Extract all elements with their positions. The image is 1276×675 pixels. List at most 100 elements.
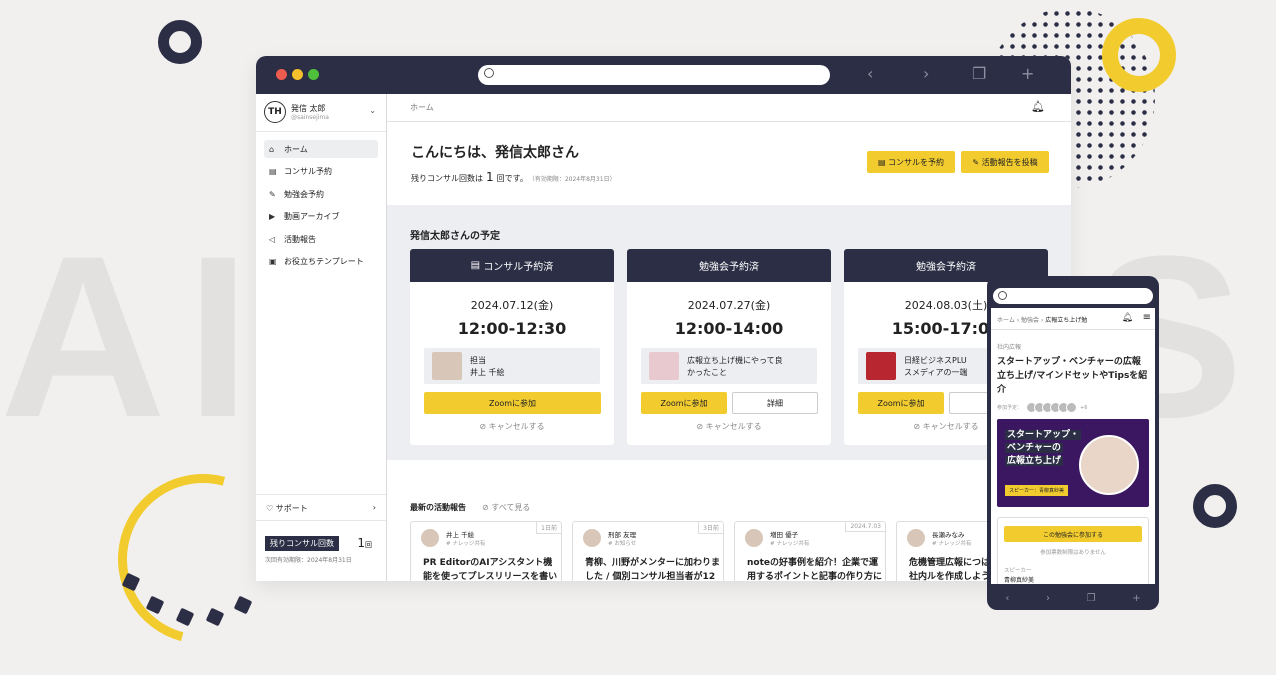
report-card[interactable]: 井上 千絵 # ナレッジ共有 1日前 PR EditorのAIアシスタント機能を… [410,521,562,581]
avatar [907,529,925,547]
megaphone-icon: ◁ [269,234,276,244]
see-all-link[interactable]: ⊘ すべて見る [482,502,530,513]
participants-more: +6 [1080,404,1088,411]
sidebar-item-label: 動画アーカイブ [284,212,340,222]
tabs-icon[interactable]: ❐ [1087,593,1096,604]
back-icon[interactable]: ‹ [1005,593,1009,604]
chevron-right-icon: › [372,503,376,512]
link-icon: ⊘ [479,422,489,431]
forward-icon[interactable]: › [1046,593,1050,604]
zoom-join-button[interactable]: Zoomに参加 [858,392,944,414]
menu-icon[interactable]: ≡ [1143,312,1151,323]
avatar [583,529,601,547]
card-date: 2024.07.27(金) [687,299,771,312]
report-tag: # お知らせ [608,541,637,547]
link-icon: ⊘ [913,422,923,431]
ring-decoration [158,20,202,64]
card-info: 担当 井上 千絵 [424,348,600,384]
back-icon[interactable]: ‹ [867,64,873,83]
greeting-section: こんにちは、発信太郎さん 残りコンサル回数は 1 回です。 （有効期限：2024年8月… [387,122,1071,205]
report-card[interactable]: 増田 優子 # ナレッジ共有 2024.7.03 noteの好事例を紹介！企業で… [734,521,886,581]
report-tag: # ナレッジ共有 [932,541,972,547]
report-title: noteの好事例を紹介！企業で運用するポイントと記事の作り方について [747,558,883,581]
remaining-count-value: 1 [357,536,365,550]
remaining-unit: 回 [365,541,372,549]
close-window-dot[interactable] [276,69,287,80]
cancel-link[interactable]: ⊘ キャンセルする [410,421,614,432]
remaining-suffix: 回です。 [496,174,528,183]
remaining-text: 残りコンサル回数は 1 回です。 （有効期限：2024年8月31日） [411,170,616,184]
cancel-label: キャンセルする [488,422,545,431]
avatar [745,529,763,547]
bell-icon[interactable]: 🔔︎ [1031,100,1045,113]
phone-breadcrumb: ホーム › 勉強会 › 広報立ち上げ勉 🔔︎ ≡ [991,308,1155,330]
zoom-join-button[interactable]: Zoomに参加 [424,392,601,414]
report-title: 青柳、川野がメンターに加わりました / 個別コンサル担当者が12名に！ [585,558,721,581]
zoom-join-button[interactable]: Zoomに参加 [641,392,727,414]
new-tab-icon[interactable]: + [1132,593,1140,604]
report-author: 刑部 友理 [608,531,637,539]
card-header: 勉強会予約済 [627,249,831,282]
card-header: ▤ コンサル予約済 [410,249,614,282]
card-info-line2: かったこと [687,368,727,377]
page-title: こんにちは、発信太郎さん [411,145,579,161]
report-tag: # ナレッジ共有 [446,541,486,547]
detail-button[interactable]: 詳細 [732,392,818,414]
sidebar-item-home[interactable]: ⌂ ホーム [264,140,378,158]
schedule-section: 発信太郎さんの予定 ▤ コンサル予約済 2024.07.12(金) 12:00-… [387,205,1071,460]
sidebar-item-report[interactable]: ◁ 活動報告 [264,230,378,248]
book-consult-button[interactable]: ▤ コンサルを予約 [867,151,955,173]
avatar [1066,402,1078,413]
sidebar-item-study[interactable]: ✎ 勉強会予約 [264,185,378,203]
speaker-photo [1079,435,1139,495]
report-author: 長瀬みなみ [932,531,965,539]
cancel-link[interactable]: ⊘ キャンセルする [627,421,831,432]
join-study-button[interactable]: この勉強会に参加する [1004,526,1142,542]
schedule-heading: 発信太郎さんの予定 [410,231,500,242]
user-menu[interactable]: TH 発信 太郎 @sainsejima ⌄ [256,94,386,132]
chevron-down-icon: ⌄ [369,106,376,115]
cancel-label: キャンセルする [705,422,762,431]
report-date: 3日前 [698,522,723,534]
phone-search-bar[interactable] [993,288,1153,304]
address-bar[interactable] [478,65,830,85]
expiry-note: （有効期限：2024年8月31日） [531,176,616,183]
report-card[interactable]: 刑部 友理 # お知らせ 3日前 青柳、川野がメンターに加わりました / 個別コ… [572,521,724,581]
post-report-button[interactable]: ✎ 活動報告を投稿 [961,151,1049,173]
report-date: 1日前 [536,522,561,534]
new-tab-icon[interactable]: + [1021,64,1034,83]
sidebar-item-label: コンサル予約 [284,167,332,177]
remaining-consult-panel: 残りコンサル回数 1回 次回有効期限：2024年8月31日 [256,520,386,581]
join-note: 参加票数制限はありません [1040,550,1106,556]
tabs-icon[interactable]: ❐ [972,64,986,83]
schedule-card: ▤ コンサル予約済 2024.07.12(金) 12:00-12:30 担当 井上… [410,249,614,445]
sidebar-item-video[interactable]: ▶ 動画アーカイブ [264,208,378,226]
search-icon [484,68,494,78]
sidebar-item-template[interactable]: ▣ お役立ちテンプレート [264,253,378,271]
sidebar-item-label: 勉強会予約 [284,189,324,199]
report-author: 増田 優子 [770,531,799,539]
banner-speaker: スピーカー：青柳真紗美 [1005,485,1069,496]
crumb-study[interactable]: 勉強会 [1021,317,1039,324]
heart-icon: ♡ [266,504,276,513]
card-info-line1: 担当 [470,356,486,365]
card-time: 12:00-12:30 [457,319,567,338]
calendar-icon: ▤ [470,260,484,271]
maximize-window-dot[interactable] [308,69,319,80]
user-name: 発信 太郎 [291,104,326,113]
card-info: 広報立ち上げ機にやって良 かったこと [641,348,817,384]
bell-icon[interactable]: 🔔︎ [1122,313,1133,323]
breadcrumb-home[interactable]: ホーム [410,103,434,112]
minimize-window-dot[interactable] [292,69,303,80]
support-link[interactable]: ♡ サポート › [256,494,386,520]
forward-icon[interactable]: › [923,64,929,83]
remaining-label: 残りコンサル回数 [265,536,339,551]
breadcrumb: ホーム 🔔︎ [387,94,1071,122]
book-consult-label: コンサルを予約 [888,157,945,167]
crumb-home[interactable]: ホーム [997,317,1015,324]
report-tag: # ナレッジ共有 [770,541,810,547]
banner-line3: 広報立ち上げ [1005,456,1064,466]
event-thumbnail [649,352,679,380]
sidebar-item-consult[interactable]: ▤ コンサル予約 [264,163,378,181]
ring-decoration-yellow [1102,18,1176,92]
